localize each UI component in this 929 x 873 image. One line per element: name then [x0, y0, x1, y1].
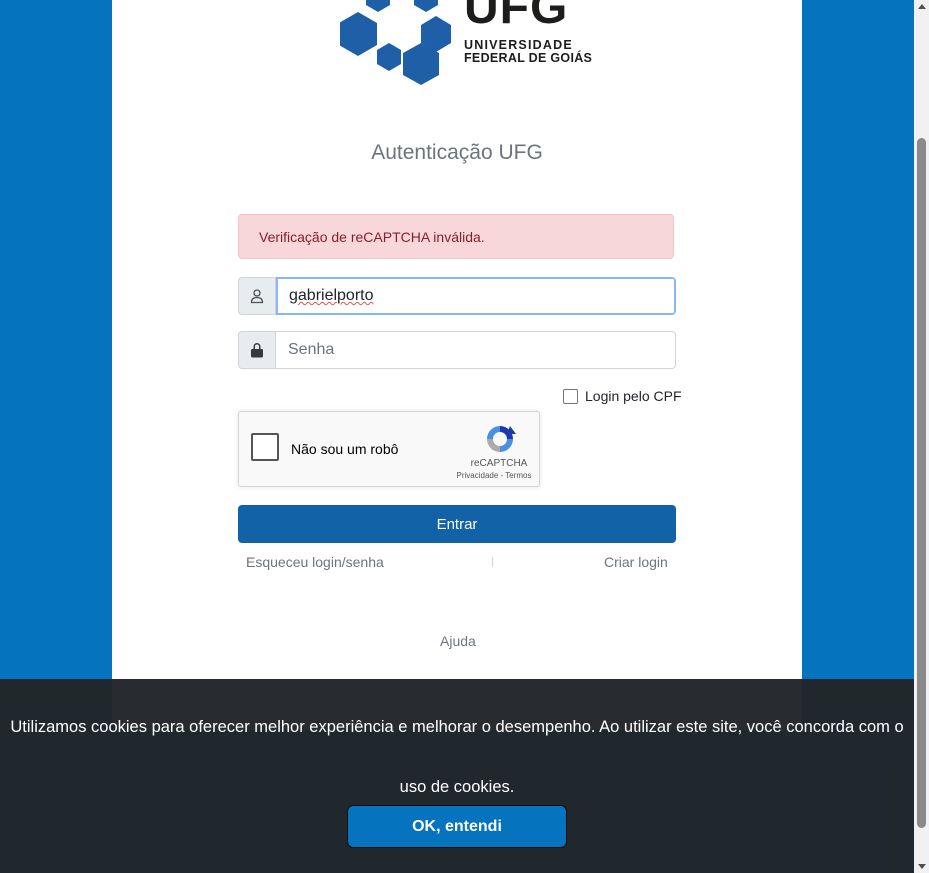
recaptcha-widget: Não sou um robô reCAPTCHA Privacidade - … [238, 411, 540, 487]
links-divider [492, 557, 493, 567]
forgot-password-link[interactable]: Esqueceu login/senha [246, 554, 384, 570]
password-input[interactable] [276, 331, 676, 369]
recaptcha-brand: reCAPTCHA [470, 458, 528, 469]
cookie-banner: Utilizamos cookies para oferecer melhor … [0, 679, 914, 873]
user-icon [238, 277, 276, 315]
recaptcha-icon [487, 426, 516, 452]
scroll-up-arrow-icon[interactable] [918, 4, 926, 9]
scroll-down-arrow-icon[interactable] [918, 864, 926, 869]
page-title: Autenticação UFG [371, 141, 543, 164]
recaptcha-links[interactable]: Privacidade - Termos [439, 471, 549, 480]
help-link[interactable]: Ajuda [440, 633, 476, 649]
logo-subtitle-line2: FEDERAL DE GOIÁS [464, 51, 593, 65]
username-value: gabrielporto [289, 287, 374, 304]
cpf-label: Login pelo CPF [585, 388, 682, 404]
cookie-text: Utilizamos cookies para oferecer melhor … [10, 718, 904, 796]
cpf-checkbox[interactable] [563, 388, 578, 404]
password-group [238, 331, 676, 369]
cpf-login-option[interactable]: Login pelo CPF [563, 388, 682, 404]
lock-icon [238, 331, 276, 369]
error-alert: Verificação de reCAPTCHA inválida. [238, 214, 674, 259]
logo-wordmark: UFG [464, 0, 569, 34]
username-group: gabrielporto [238, 277, 676, 315]
create-login-link[interactable]: Criar login [604, 554, 668, 570]
recaptcha-label: Não sou um robô [291, 441, 399, 457]
username-input[interactable]: gabrielporto [276, 277, 676, 315]
scrollbar[interactable] [914, 0, 929, 873]
submit-button[interactable]: Entrar [238, 505, 676, 543]
recaptcha-checkbox[interactable] [251, 433, 279, 461]
scrollbar-thumb[interactable] [917, 138, 926, 828]
cookie-accept-button[interactable]: OK, entendi [347, 805, 567, 848]
logo-subtitle-line1: UNIVERSIDADE [464, 38, 573, 52]
